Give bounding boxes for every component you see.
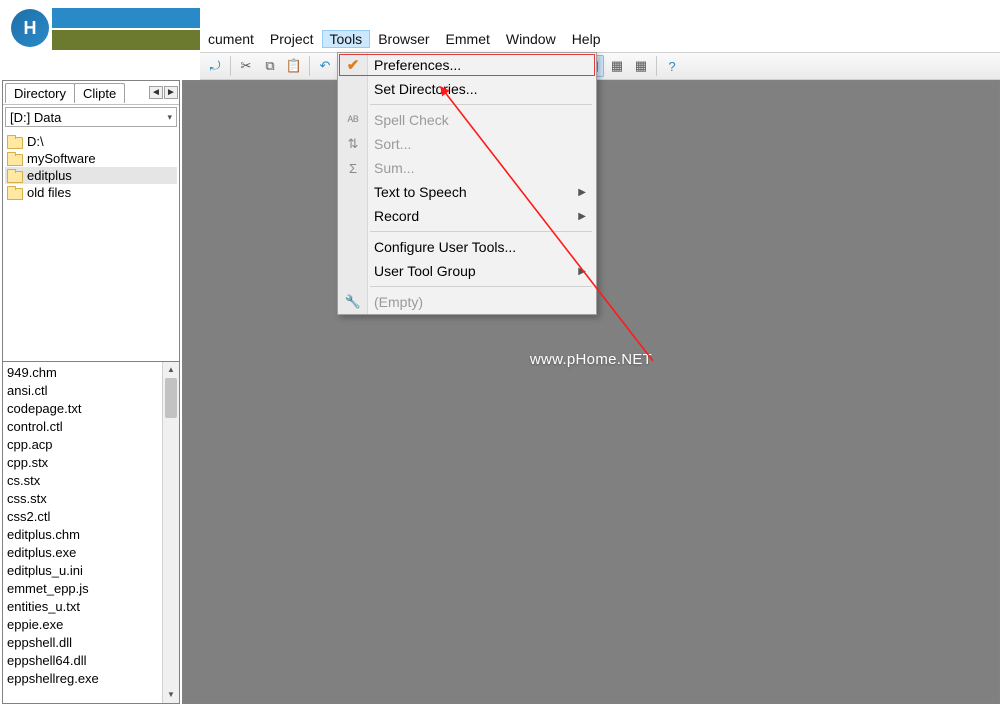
file-list-item[interactable]: editplus_u.ini	[7, 562, 175, 580]
menu-separator	[370, 104, 592, 105]
menu-project[interactable]: Project	[262, 30, 322, 48]
file-list-item[interactable]: eppshell64.dll	[7, 652, 175, 670]
file-list-item[interactable]: 949.chm	[7, 364, 175, 382]
folder-icon	[7, 186, 23, 200]
file-list-item[interactable]: editplus.exe	[7, 544, 175, 562]
toolbar-paste-icon[interactable]: 📋	[283, 55, 305, 77]
tab-scroll-right-icon[interactable]: ►	[164, 86, 178, 99]
menu-item-spell-check: ᴬᴮ Spell Check	[338, 108, 596, 132]
drive-selector[interactable]: [D:] Data ▾	[5, 107, 177, 127]
directory-tree: D:\ mySoftware editplus old files	[3, 129, 179, 205]
menu-item-configure-user-tools[interactable]: Configure User Tools...	[338, 235, 596, 259]
tools-dropdown: ✔ Preferences... Set Directories... ᴬᴮ Spell…	[337, 52, 597, 315]
submenu-arrow-icon: ▶	[578, 266, 586, 277]
menu-item-sort: ⇅ Sort...	[338, 132, 596, 156]
menu-item-label: Sum...	[374, 160, 414, 176]
tab-scroll-left-icon[interactable]: ◄	[149, 86, 163, 99]
menu-item-record[interactable]: Record ▶	[338, 204, 596, 228]
logo-bar-bottom	[52, 30, 200, 50]
toolbar-separator	[309, 56, 310, 76]
file-list-item[interactable]: entities_u.txt	[7, 598, 175, 616]
menu-window[interactable]: Window	[498, 30, 564, 48]
menu-separator	[370, 286, 592, 287]
menu-item-label: Preferences...	[374, 57, 461, 73]
file-list-item[interactable]: editplus.chm	[7, 526, 175, 544]
file-list-scrollbar[interactable]: ▲ ▼	[162, 362, 179, 703]
menu-item-label: (Empty)	[374, 294, 423, 310]
menu-item-label: Configure User Tools...	[374, 239, 516, 255]
menu-item-label: Sort...	[374, 136, 411, 152]
menu-item-label: Set Directories...	[374, 81, 477, 97]
toolbar-help-icon[interactable]: ?	[661, 55, 683, 77]
tree-node-selected[interactable]: editplus	[5, 167, 177, 184]
folder-icon	[7, 169, 23, 183]
toolbar-copy-icon[interactable]: ⧉	[259, 55, 281, 77]
tab-cliptext[interactable]: Clipte	[74, 83, 125, 103]
menu-separator	[370, 231, 592, 232]
menu-item-label: User Tool Group	[374, 263, 476, 279]
scroll-up-icon[interactable]: ▲	[163, 362, 179, 378]
toolbar-undo-icon[interactable]: ↶	[314, 55, 336, 77]
toolbar-separator	[230, 56, 231, 76]
file-list-item[interactable]: cpp.acp	[7, 436, 175, 454]
toolbar-separator	[656, 56, 657, 76]
file-list-item[interactable]: eppshellreg.exe	[7, 670, 175, 688]
file-list: 949.chmansi.ctlcodepage.txtcontrol.ctlcp…	[3, 361, 179, 703]
editor-area: www.pHome.NET ✔Preferences...Set Directo…	[182, 80, 1000, 704]
logo-bar-top	[52, 8, 200, 28]
file-list-item[interactable]: css2.ctl	[7, 508, 175, 526]
menu-bar: cument Project Tools Browser Emmet Windo…	[200, 29, 1000, 49]
file-list-item[interactable]: eppshell.dll	[7, 634, 175, 652]
file-list-item[interactable]: emmet_epp.js	[7, 580, 175, 598]
menu-emmet[interactable]: Emmet	[438, 30, 498, 48]
tree-node[interactable]: mySoftware	[5, 150, 177, 167]
menu-item-preferences[interactable]: ✔ Preferences...	[338, 53, 596, 77]
menu-help[interactable]: Help	[564, 30, 609, 48]
file-list-item[interactable]: control.ctl	[7, 418, 175, 436]
sigma-icon: Σ	[344, 161, 362, 176]
logo-strip: H	[0, 6, 200, 50]
menu-item-user-tool-group[interactable]: User Tool Group ▶	[338, 259, 596, 283]
drive-label: [D:] Data	[10, 110, 61, 125]
tab-directory[interactable]: Directory	[5, 83, 75, 103]
spellcheck-icon: ᴬᴮ	[344, 113, 362, 128]
toolbar: ⤾ ✂ ⧉ 📋 ↶ ↷ 🔍 A↔ W ≡ ≡ 1AB ✔ ▦ ▦ ▦ ▦ ?	[200, 52, 1000, 80]
menu-document[interactable]: cument	[200, 30, 262, 48]
side-panel: Directory Clipte ◄ ► [D:] Data ▾ D:\ myS…	[2, 80, 180, 704]
wrench-icon: 🔧	[344, 294, 362, 310]
app-logo: H	[8, 6, 52, 50]
menu-item-sum: Σ Sum...	[338, 156, 596, 180]
menu-item-set-directories[interactable]: Set Directories...	[338, 77, 596, 101]
tree-node[interactable]: D:\	[5, 133, 177, 150]
scroll-thumb[interactable]	[165, 378, 177, 418]
toolbar-refresh-icon[interactable]: ⤾	[204, 55, 226, 77]
file-list-item[interactable]: ansi.ctl	[7, 382, 175, 400]
chevron-down-icon: ▾	[167, 112, 172, 123]
menu-browser[interactable]: Browser	[370, 30, 437, 48]
file-list-item[interactable]: codepage.txt	[7, 400, 175, 418]
file-list-item[interactable]: eppie.exe	[7, 616, 175, 634]
menu-item-label: Spell Check	[374, 112, 449, 128]
toolbar-view3-icon[interactable]: ▦	[606, 55, 628, 77]
toolbar-view4-icon[interactable]: ▦	[630, 55, 652, 77]
check-icon: ✔	[344, 56, 362, 74]
submenu-arrow-icon: ▶	[578, 187, 586, 198]
menu-item-label: Text to Speech	[374, 184, 467, 200]
submenu-arrow-icon: ▶	[578, 211, 586, 222]
file-list-item[interactable]: css.stx	[7, 490, 175, 508]
watermark: www.pHome.NET	[530, 351, 652, 368]
folder-icon	[7, 135, 23, 149]
side-tabs: Directory Clipte ◄ ►	[3, 81, 179, 105]
menu-item-label: Record	[374, 208, 419, 224]
file-list-item[interactable]: cs.stx	[7, 472, 175, 490]
menu-tools[interactable]: Tools	[322, 30, 371, 48]
menu-item-empty: 🔧 (Empty)	[338, 290, 596, 314]
menu-item-text-to-speech[interactable]: Text to Speech ▶	[338, 180, 596, 204]
toolbar-cut-icon[interactable]: ✂	[235, 55, 257, 77]
tree-node[interactable]: old files	[5, 184, 177, 201]
folder-icon	[7, 152, 23, 166]
sort-icon: ⇅	[344, 136, 362, 152]
file-list-item[interactable]: cpp.stx	[7, 454, 175, 472]
scroll-down-icon[interactable]: ▼	[163, 687, 179, 703]
